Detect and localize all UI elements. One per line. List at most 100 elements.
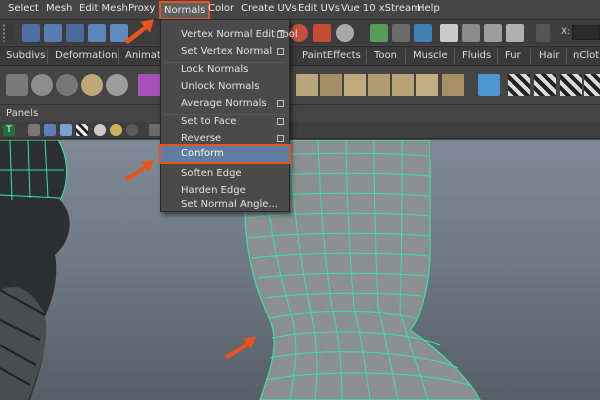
- lasso-icon[interactable]: [44, 24, 62, 42]
- option-box-icon[interactable]: [277, 100, 284, 107]
- x-label: X:: [561, 27, 571, 37]
- tab-divider: [47, 49, 48, 64]
- option-box-icon[interactable]: [277, 118, 284, 125]
- menu-item-label: Average Normals: [181, 98, 267, 109]
- option-box-icon[interactable]: [277, 135, 284, 142]
- film-strip-icon[interactable]: [484, 24, 502, 42]
- shelf-tabs: Subdivs Deformation Animation PaintEffec…: [0, 46, 600, 66]
- select-component-icon[interactable]: [88, 24, 106, 42]
- render-icon[interactable]: [370, 24, 388, 42]
- tab-hair[interactable]: Hair: [539, 50, 560, 61]
- main-menu-bar: Select Mesh Edit Mesh Proxy Normals Colo…: [0, 0, 600, 20]
- menu-item-label: Set Normal Angle...: [181, 199, 278, 210]
- film-icon[interactable]: [462, 24, 480, 42]
- menu-item-set-normal-angle[interactable]: Set Normal Angle...: [161, 196, 289, 213]
- tab-deformation[interactable]: Deformation: [55, 50, 117, 61]
- tab-divider: [366, 49, 367, 64]
- menu-item-lock-normals[interactable]: Lock Normals: [161, 61, 289, 78]
- smooth-proxy-icon[interactable]: [138, 74, 160, 96]
- tab-painteffects[interactable]: PaintEffects: [302, 50, 361, 61]
- tab-fluids[interactable]: Fluids: [462, 50, 491, 61]
- menu-create-uvs[interactable]: Create UVs: [241, 3, 297, 14]
- background-area: [430, 140, 600, 160]
- textured-cube-icon[interactable]: [60, 124, 72, 136]
- menu-select[interactable]: Select: [8, 3, 39, 14]
- tab-divider: [566, 49, 567, 64]
- clapper-icon[interactable]: [440, 24, 458, 42]
- viewport[interactable]: [0, 140, 600, 400]
- checker-uv-icon-2[interactable]: [534, 74, 556, 96]
- lit-sphere-icon[interactable]: [110, 124, 122, 136]
- snap-view-icon[interactable]: [336, 24, 354, 42]
- menu-item-label: Set Vertex Normal: [181, 46, 273, 57]
- checker-uv-icon-4[interactable]: [584, 74, 600, 96]
- menu-help[interactable]: Help: [417, 3, 440, 14]
- menu-vue-xstream[interactable]: Vue 10 xStream: [341, 3, 421, 14]
- insert-edge-loop-icon[interactable]: [392, 74, 414, 96]
- menu-color[interactable]: Color: [208, 3, 234, 14]
- x-input[interactable]: [572, 25, 600, 40]
- poly-torus-icon[interactable]: [81, 74, 103, 96]
- menu-item-set-vertex-normal[interactable]: Set Vertex Normal: [161, 43, 289, 60]
- menu-proxy[interactable]: Proxy: [128, 3, 155, 14]
- shelf-icons: [0, 67, 600, 105]
- poly-cube-icon[interactable]: [6, 74, 28, 96]
- merge-icon[interactable]: [416, 74, 438, 96]
- text-icon[interactable]: T: [3, 124, 15, 136]
- arrow-pointer-conform: [124, 160, 154, 181]
- render-settings-icon[interactable]: [414, 24, 432, 42]
- tab-toon[interactable]: Toon: [374, 50, 397, 61]
- wire-cube-icon[interactable]: [28, 124, 40, 136]
- shaded-cube-icon[interactable]: [44, 124, 56, 136]
- arrow-pointer-mesh: [224, 336, 256, 359]
- menu-item-label: Lock Normals: [181, 64, 249, 75]
- menu-edit-uvs[interactable]: Edit UVs: [298, 3, 340, 14]
- normals-dropdown-menu: Vertex Normal Edit Tool Set Vertex Norma…: [159, 19, 298, 213]
- grip-icon: [3, 24, 15, 42]
- snap-magnet-icon[interactable]: [313, 24, 331, 42]
- shadow-sphere-icon[interactable]: [126, 124, 138, 136]
- append-polygon-icon[interactable]: [344, 74, 366, 96]
- poly-cone-icon[interactable]: [106, 74, 128, 96]
- tab-subdivs[interactable]: Subdivs: [6, 50, 45, 61]
- tab-divider: [405, 49, 406, 64]
- tab-fur[interactable]: Fur: [505, 50, 521, 61]
- menu-edit-mesh[interactable]: Edit Mesh: [79, 3, 128, 14]
- menu-item-unlock-normals[interactable]: Unlock Normals: [161, 78, 289, 95]
- light-sphere-icon[interactable]: [94, 124, 106, 136]
- menu-item-vertex-normal-edit-tool[interactable]: Vertex Normal Edit Tool: [161, 26, 298, 43]
- view-toolbar: T: [0, 122, 600, 139]
- bridge-icon[interactable]: [320, 74, 342, 96]
- arrow-pointer-normals: [124, 19, 154, 44]
- status-line: X:: [0, 19, 600, 45]
- menu-item-set-to-face[interactable]: Set to Face: [161, 113, 289, 130]
- menu-item-label: Reverse: [181, 133, 222, 144]
- menu-item-average-normals[interactable]: Average Normals: [161, 95, 289, 112]
- poly-sphere-icon[interactable]: [31, 74, 53, 96]
- menu-item-label: Soften Edge: [181, 168, 242, 179]
- tab-divider: [454, 49, 455, 64]
- uv-plane-icon[interactable]: [478, 74, 500, 96]
- render-view-icon[interactable]: [506, 24, 524, 42]
- tab-muscle[interactable]: Muscle: [413, 50, 448, 61]
- option-box-icon[interactable]: [277, 48, 284, 55]
- menu-item-conform[interactable]: Conform: [159, 144, 291, 164]
- input-mode-icon[interactable]: [536, 24, 550, 42]
- bevel-icon[interactable]: [442, 74, 464, 96]
- texture-checker-icon[interactable]: [76, 124, 88, 136]
- menu-item-label: Unlock Normals: [181, 81, 260, 92]
- option-box-icon[interactable]: [277, 31, 284, 38]
- poly-cylinder-icon[interactable]: [56, 74, 78, 96]
- panels-menu[interactable]: Panels: [6, 108, 38, 119]
- tab-ncloth[interactable]: nCloth: [573, 50, 600, 61]
- menu-item-soften-edge[interactable]: Soften Edge: [161, 165, 289, 182]
- checker-uv-icon-3[interactable]: [560, 74, 582, 96]
- menu-mesh[interactable]: Mesh: [46, 3, 72, 14]
- extrude-icon[interactable]: [296, 74, 318, 96]
- split-polygon-icon[interactable]: [368, 74, 390, 96]
- ipr-render-icon[interactable]: [392, 24, 410, 42]
- checker-uv-icon[interactable]: [508, 74, 530, 96]
- paint-select-icon[interactable]: [66, 24, 84, 42]
- move-tool-icon[interactable]: [22, 24, 40, 42]
- menu-normals[interactable]: Normals: [159, 1, 211, 20]
